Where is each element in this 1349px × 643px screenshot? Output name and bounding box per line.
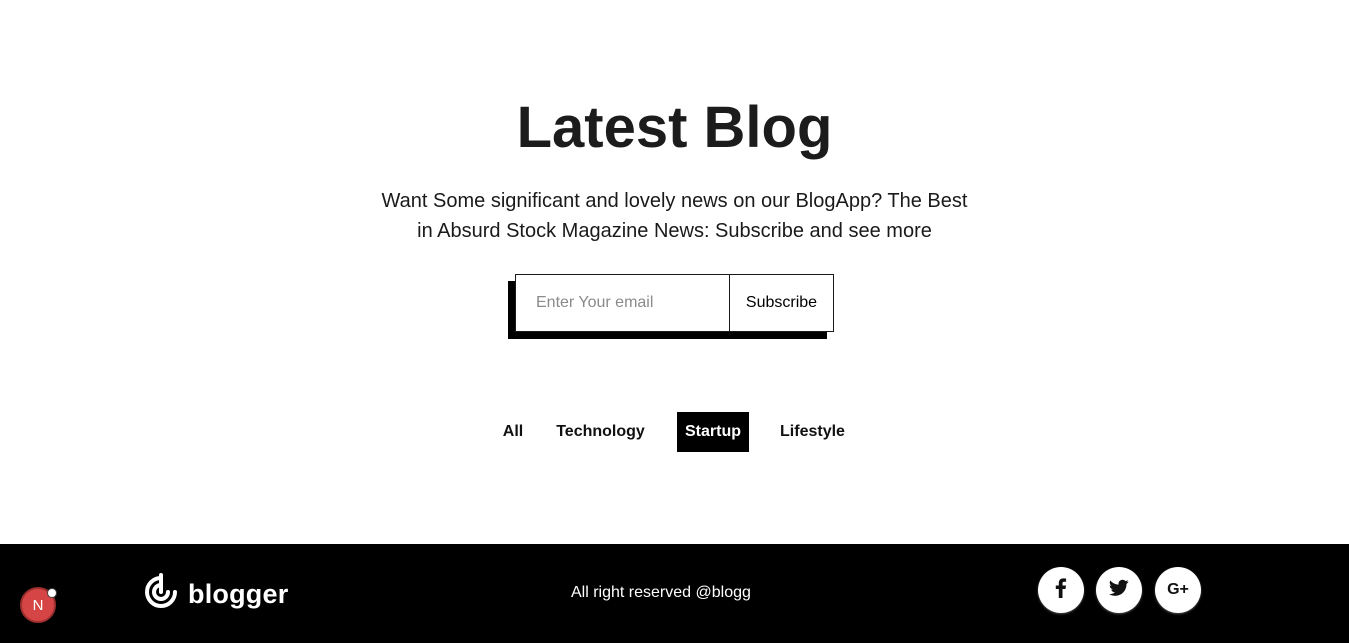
hero-section: Latest Blog Want Some significant and lo… xyxy=(0,0,1349,544)
filter-all[interactable]: All xyxy=(497,412,529,452)
logo-wordmark: blogger xyxy=(188,578,289,609)
page-subtitle: Want Some significant and lovely news on… xyxy=(381,190,968,242)
badge-dot xyxy=(47,588,57,598)
footer-logo[interactable]: blogger xyxy=(140,571,289,618)
subscribe-form: Subscribe xyxy=(515,274,834,332)
email-input[interactable] xyxy=(516,275,729,331)
filter-startup[interactable]: Startup xyxy=(677,412,749,452)
twitter-icon xyxy=(1108,579,1129,602)
google-plus-icon: G+ xyxy=(1167,581,1189,598)
category-filters: All Technology Startup Lifestyle xyxy=(0,412,1349,452)
copyright-text: All right reserved @blogg xyxy=(571,584,751,601)
footer: blogger All right reserved @blogg G+ xyxy=(0,544,1349,643)
filter-lifestyle[interactable]: Lifestyle xyxy=(775,412,850,452)
subscribe-button[interactable]: Subscribe xyxy=(729,275,833,331)
facebook-button[interactable] xyxy=(1038,567,1084,613)
dev-indicator-badge[interactable]: N xyxy=(20,587,57,623)
google-plus-button[interactable]: G+ xyxy=(1155,567,1201,613)
page-title: Latest Blog xyxy=(516,95,833,160)
blogger-logo-icon xyxy=(140,571,182,618)
facebook-icon xyxy=(1051,577,1071,604)
nextjs-dev-indicator-icon: N xyxy=(32,596,44,614)
filter-technology[interactable]: Technology xyxy=(552,412,649,452)
page: Latest Blog Want Some significant and lo… xyxy=(0,0,1349,643)
twitter-button[interactable] xyxy=(1096,567,1142,613)
